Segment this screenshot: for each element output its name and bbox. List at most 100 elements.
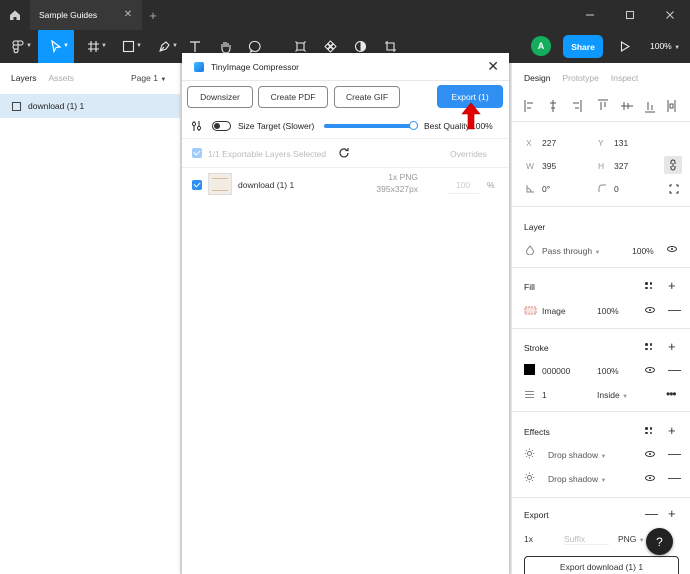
effect-select-1[interactable]: Drop shadow ▼ <box>548 450 606 460</box>
effect-2-eye-icon[interactable] <box>645 475 655 481</box>
create-pdf-button[interactable]: Create PDF <box>258 86 328 108</box>
close-icon[interactable]: ✕ <box>122 9 134 21</box>
plugin-window: TinyImage Compressor ✕ Downsizer Create … <box>182 53 509 574</box>
add-export-icon[interactable]: + <box>668 507 676 520</box>
shape-tool[interactable]: ▼ <box>114 30 142 63</box>
tab-assets[interactable]: Assets <box>49 73 75 83</box>
stroke-eye-icon[interactable] <box>645 367 655 373</box>
minimize-icon[interactable] <box>570 0 610 30</box>
effect-styles-icon[interactable] <box>645 427 652 434</box>
main-menu-icon[interactable]: ▼ <box>4 30 32 63</box>
corner-radius-input[interactable]: 0 <box>614 184 619 194</box>
fill-opacity[interactable]: 100% <box>597 306 619 316</box>
avatar[interactable]: A <box>531 36 551 56</box>
item-checkbox[interactable] <box>192 180 202 190</box>
stroke-position-select[interactable]: Inside ▼ <box>597 390 628 400</box>
tab-sample-guides[interactable]: Sample Guides ✕ <box>30 0 142 30</box>
layer-opacity-input[interactable]: 100% <box>632 246 654 256</box>
fill-eye-icon[interactable] <box>645 307 655 313</box>
stroke-color-hex[interactable]: 000000 <box>542 366 570 376</box>
create-gif-button[interactable]: Create GIF <box>334 86 400 108</box>
share-button[interactable]: Share <box>563 35 603 58</box>
export-heading: Export <box>524 510 549 520</box>
chevron-down-icon: ▼ <box>600 478 607 484</box>
export-layer-button[interactable]: Export download (1) 1 <box>524 556 679 574</box>
quality-slider-track[interactable] <box>324 124 414 128</box>
stroke-color-swatch[interactable] <box>524 364 535 375</box>
selected-count-label: 1/1 Exportable Layers Selected <box>208 149 327 159</box>
add-fill-icon[interactable]: + <box>668 279 676 292</box>
tab-layers[interactable]: Layers <box>11 73 37 83</box>
move-icon <box>51 40 62 53</box>
remove-fill-icon[interactable]: — <box>668 303 681 316</box>
percent-sign: % <box>487 180 495 190</box>
new-tab-button[interactable]: + <box>142 0 164 30</box>
drop-shadow-icon[interactable] <box>524 472 535 483</box>
tab-design[interactable]: Design <box>524 73 550 83</box>
fill-styles-icon[interactable] <box>645 282 652 289</box>
maximize-icon[interactable] <box>610 0 650 30</box>
mask-icon <box>354 40 366 53</box>
export-list-item: download (1) 1 1x PNG 395x327px 100 % <box>182 168 509 204</box>
chevron-down-icon: ▼ <box>600 454 607 460</box>
home-icon[interactable] <box>0 0 30 30</box>
stroke-weight-input[interactable]: 1 <box>542 390 547 400</box>
add-stroke-icon[interactable]: + <box>668 340 676 353</box>
more-options-icon[interactable]: ••• <box>666 387 677 401</box>
plugin-logo-icon <box>194 61 204 72</box>
rectangle-icon <box>122 40 134 53</box>
stroke-styles-icon[interactable] <box>645 343 652 350</box>
rotation-input[interactable]: 0° <box>542 184 550 194</box>
fill-type[interactable]: Image <box>542 306 566 316</box>
help-button[interactable]: ? <box>646 528 673 555</box>
move-tool[interactable]: ▼ <box>38 30 74 63</box>
layer-heading: Layer <box>524 222 546 232</box>
chevron-down-icon: ▼ <box>622 394 629 400</box>
effect-select-2[interactable]: Drop shadow ▼ <box>548 474 606 484</box>
tab-label: Sample Guides <box>39 10 98 20</box>
effect-1-eye-icon[interactable] <box>645 451 655 457</box>
independent-corners-icon[interactable] <box>669 184 679 194</box>
zoom-dropdown[interactable]: 100% ▼ <box>650 41 680 51</box>
title-bar: Sample Guides ✕ + <box>0 0 690 30</box>
tab-prototype[interactable]: Prototype <box>562 73 598 83</box>
blend-mode-select[interactable]: Pass through ▼ <box>542 246 600 256</box>
plugin-title: TinyImage Compressor <box>211 61 300 72</box>
remove-stroke-icon[interactable]: — <box>668 363 681 376</box>
size-target-toggle[interactable] <box>212 121 231 131</box>
h-input[interactable]: 327 <box>614 161 628 171</box>
remove-export-icon[interactable]: — <box>645 507 658 520</box>
pen-tool[interactable]: ▼ <box>150 30 178 63</box>
layer-row-download[interactable]: download (1) 1 <box>0 94 180 118</box>
present-button[interactable] <box>617 30 633 63</box>
constrain-proportions-icon[interactable] <box>664 156 682 174</box>
window-close-icon[interactable] <box>650 0 690 30</box>
size-target-label: Size Target (Slower) <box>238 121 315 131</box>
close-icon[interactable]: ✕ <box>487 59 499 73</box>
layer-eye-icon[interactable] <box>667 246 677 252</box>
export-suffix-input[interactable]: Suffix <box>564 534 609 545</box>
drop-shadow-icon[interactable] <box>524 448 535 459</box>
remove-effect-1-icon[interactable]: — <box>668 447 681 460</box>
frame-icon <box>87 41 99 52</box>
quality-slider-handle[interactable] <box>409 121 418 130</box>
export-format-select[interactable]: PNG ▼ <box>618 534 645 544</box>
select-all-checkbox[interactable] <box>192 148 202 158</box>
item-dimensions: 395x327px <box>376 184 418 194</box>
downsizer-button[interactable]: Downsizer <box>187 86 253 108</box>
refresh-icon[interactable] <box>338 147 350 159</box>
frame-tool[interactable]: ▼ <box>80 30 107 63</box>
add-effect-icon[interactable]: + <box>668 424 676 437</box>
x-input[interactable]: 227 <box>542 138 556 148</box>
tab-inspect[interactable]: Inspect <box>611 73 638 83</box>
crop-icon <box>384 41 396 52</box>
w-input[interactable]: 395 <box>542 161 556 171</box>
item-quality-input[interactable]: 100 <box>447 176 479 194</box>
stroke-opacity[interactable]: 100% <box>597 366 619 376</box>
remove-effect-2-icon[interactable]: — <box>668 471 681 484</box>
y-input[interactable]: 131 <box>614 138 628 148</box>
export-scale[interactable]: 1x <box>524 534 533 544</box>
alignment-icons[interactable] <box>522 99 682 113</box>
components-diamond-icon <box>323 40 337 53</box>
page-selector[interactable]: Page 1 ▼ <box>131 73 166 83</box>
